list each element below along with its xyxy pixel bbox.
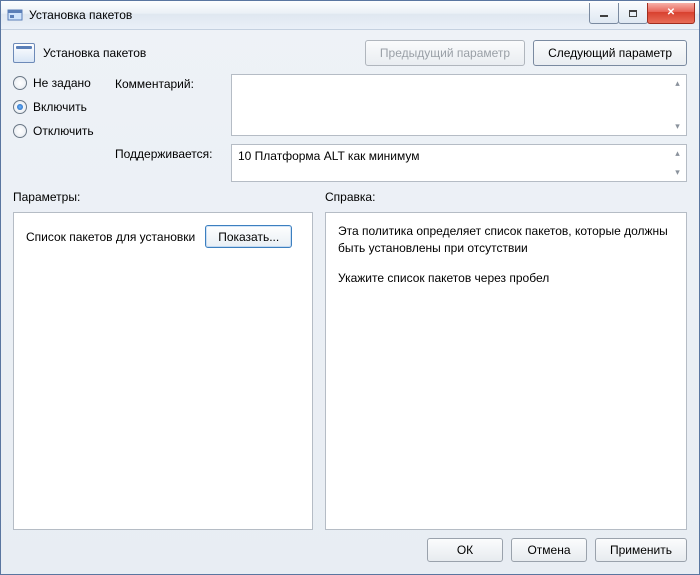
- radio-not-configured[interactable]: Не задано: [13, 76, 103, 90]
- param-row-package-list: Список пакетов для установки Показать...: [26, 225, 300, 248]
- param-label: Список пакетов для установки: [26, 230, 195, 244]
- radio-icon: [13, 100, 27, 114]
- parameters-heading: Параметры:: [13, 190, 313, 204]
- supported-textbox: 10 Платформа ALT как минимум ▴ ▾: [231, 144, 687, 182]
- policy-title: Установка пакетов: [43, 46, 357, 60]
- scrollbar[interactable]: ▴ ▾: [669, 75, 686, 135]
- info-row: Не задано Включить Отключить Комментарий…: [13, 74, 687, 182]
- maximize-icon: [629, 10, 637, 17]
- close-icon: ✕: [667, 8, 675, 18]
- scroll-down-icon: ▾: [669, 164, 686, 181]
- help-paragraph: Эта политика определяет список пакетов, …: [338, 223, 674, 258]
- help-panel: Эта политика определяет список пакетов, …: [325, 212, 687, 530]
- previous-setting-button[interactable]: Предыдущий параметр: [365, 40, 525, 66]
- scroll-down-icon: ▾: [669, 118, 686, 135]
- radio-disabled[interactable]: Отключить: [13, 124, 103, 138]
- show-list-button[interactable]: Показать...: [205, 225, 292, 248]
- radio-label: Не задано: [33, 76, 91, 90]
- comment-label: Комментарий:: [115, 74, 225, 91]
- window-title: Установка пакетов: [29, 8, 589, 22]
- dialog-body: Установка пакетов Предыдущий параметр Сл…: [1, 30, 699, 574]
- help-paragraph: Укажите список пакетов через пробел: [338, 270, 674, 287]
- close-button[interactable]: ✕: [647, 3, 695, 24]
- policy-icon: [13, 43, 35, 63]
- next-setting-button[interactable]: Следующий параметр: [533, 40, 687, 66]
- radio-label: Включить: [33, 100, 87, 114]
- section-labels: Параметры: Справка:: [13, 190, 687, 204]
- app-icon: [7, 7, 23, 23]
- titlebar: Установка пакетов ✕: [1, 1, 699, 30]
- window-controls: ✕: [589, 3, 695, 23]
- parameters-panel: Список пакетов для установки Показать...: [13, 212, 313, 530]
- header-row: Установка пакетов Предыдущий параметр Сл…: [13, 40, 687, 66]
- apply-button[interactable]: Применить: [595, 538, 687, 562]
- radio-icon: [13, 124, 27, 138]
- dialog-footer: ОК Отмена Применить: [13, 538, 687, 562]
- radio-label: Отключить: [33, 124, 94, 138]
- maximize-button[interactable]: [618, 3, 648, 24]
- minimize-icon: [600, 15, 608, 17]
- supported-label: Поддерживается:: [115, 144, 225, 161]
- state-column: Не задано Включить Отключить: [13, 74, 103, 182]
- minimize-button[interactable]: [589, 3, 619, 24]
- scroll-up-icon: ▴: [669, 145, 686, 162]
- info-grid: Комментарий: ▴ ▾ Поддерживается: 10 Плат…: [115, 74, 687, 182]
- comment-textarea[interactable]: ▴ ▾: [231, 74, 687, 136]
- scrollbar[interactable]: ▴ ▾: [669, 145, 686, 181]
- cancel-button[interactable]: Отмена: [511, 538, 587, 562]
- panels-row: Список пакетов для установки Показать...…: [13, 212, 687, 530]
- help-heading: Справка:: [325, 190, 375, 204]
- supported-value: 10 Платформа ALT как минимум: [238, 149, 419, 163]
- ok-button[interactable]: ОК: [427, 538, 503, 562]
- scroll-up-icon: ▴: [669, 75, 686, 92]
- radio-icon: [13, 76, 27, 90]
- radio-enabled[interactable]: Включить: [13, 100, 103, 114]
- policy-editor-window: Установка пакетов ✕ Установка пакетов Пр…: [0, 0, 700, 575]
